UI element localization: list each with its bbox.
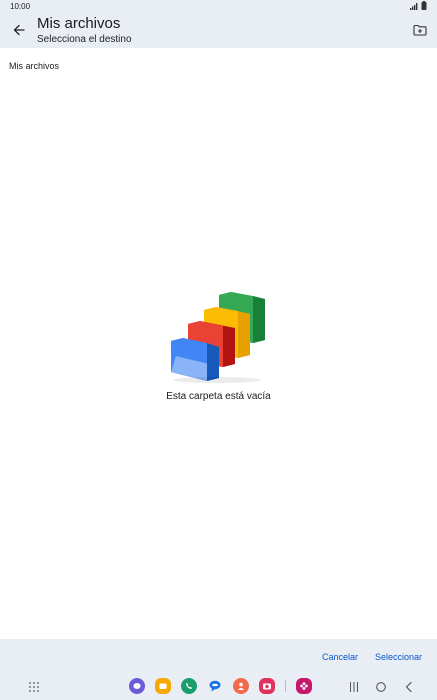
recents-icon[interactable] [349,681,359,693]
status-time: 10:00 [10,2,31,11]
back-button[interactable] [10,21,28,39]
status-icons [410,1,427,10]
app-dock [129,678,312,694]
new-folder-icon [413,24,427,36]
signal-icon [410,2,418,10]
navigation-bar [0,676,437,700]
arrow-back-icon [13,24,25,36]
bottom-action-bar: Cancelar Seleccionar [0,639,437,676]
select-button[interactable]: Seleccionar [375,652,422,662]
apps-grid-icon[interactable] [28,681,40,693]
breadcrumb[interactable]: Mis archivos [9,61,59,71]
new-folder-button[interactable] [413,23,427,37]
app-bar: Mis archivos Selecciona el destino [0,12,437,48]
battery-icon [421,1,427,10]
camera-icon[interactable] [259,678,275,694]
empty-folder-message: Esta carpeta está vacía [166,391,271,402]
page-subtitle: Selecciona el destino [37,34,132,45]
status-bar: 10:00 [0,0,437,12]
contacts-icon[interactable] [233,678,249,694]
dock-separator [285,680,286,692]
phone-icon[interactable] [181,678,197,694]
home-icon[interactable] [375,681,387,693]
empty-folder-illustration [171,292,265,383]
page-title: Mis archivos [37,15,121,32]
messages-icon[interactable] [129,678,145,694]
files-icon[interactable] [155,678,171,694]
chat-icon[interactable] [207,678,223,694]
flower-app-icon[interactable] [296,678,312,694]
cancel-button[interactable]: Cancelar [322,652,358,662]
back-nav-icon[interactable] [404,681,414,693]
